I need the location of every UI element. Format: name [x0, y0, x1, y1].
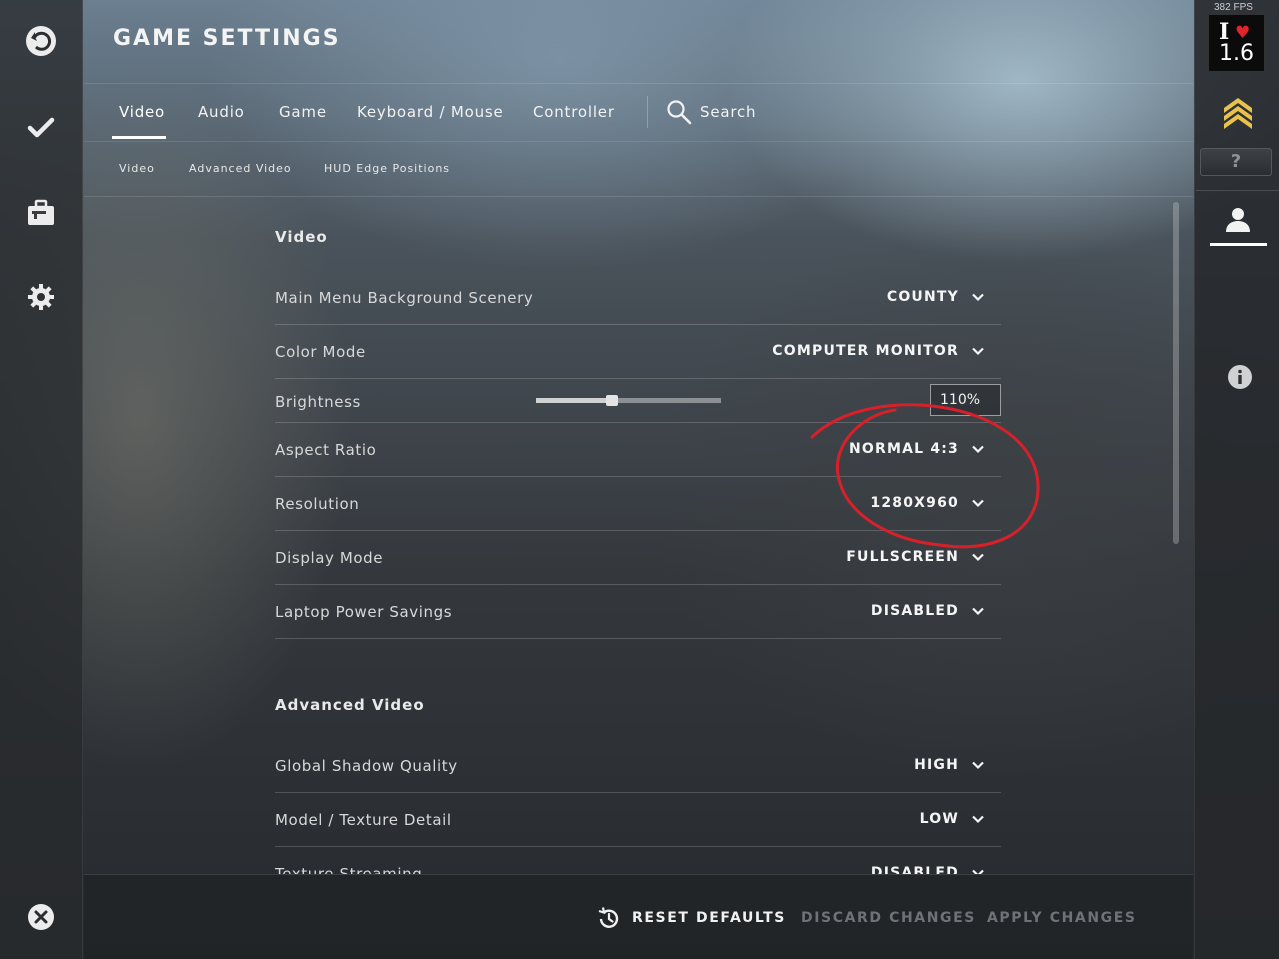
dropdown-value: DISABLED [870, 865, 959, 874]
search-icon [667, 100, 692, 125]
setting-label: Model / Texture Detail [275, 811, 452, 829]
close-icon[interactable] [22, 898, 60, 936]
setting-row-global-shadow-quality: Global Shadow Quality HIGH [275, 739, 1001, 793]
section-title-advanced-video: Advanced Video [275, 696, 425, 714]
search-tab[interactable]: Search [666, 98, 756, 126]
tab-game[interactable]: Game [279, 84, 327, 142]
setting-row-laptop-power-savings: Laptop Power Savings DISABLED [275, 585, 1001, 639]
setting-label: Brightness [275, 393, 361, 411]
sub-tab-bar: Video Advanced Video HUD Edge Positions [84, 141, 1193, 197]
checkmark-icon[interactable] [22, 108, 60, 146]
search-label: Search [700, 103, 757, 121]
active-tab-indicator [112, 136, 166, 139]
dropdown-texture-streaming[interactable]: DISABLED [871, 865, 985, 874]
subtab-advanced-video[interactable]: Advanced Video [189, 162, 292, 175]
setting-label: Aspect Ratio [275, 441, 377, 459]
chevron-down-icon [972, 553, 984, 562]
brightness-slider[interactable] [536, 395, 721, 406]
chevron-down-icon [972, 869, 984, 874]
rail-divider [1196, 190, 1279, 191]
fps-counter: 382 FPS [1214, 2, 1253, 13]
apply-changes-button[interactable]: APPLY CHANGES [987, 910, 1137, 926]
dropdown-aspect-ratio[interactable]: NORMAL 4:3 [849, 441, 985, 457]
tab-audio[interactable]: Audio [198, 84, 245, 142]
right-social-rail [1194, 0, 1279, 959]
chevron-down-icon [972, 293, 984, 302]
page-title: GAME SETTINGS [113, 26, 341, 51]
dropdown-global-shadow-quality[interactable]: HIGH [914, 757, 985, 773]
brightness-value-input[interactable]: 110% [930, 384, 1001, 416]
profile-active-indicator [1210, 243, 1267, 246]
dropdown-value: HIGH [914, 757, 959, 773]
dropdown-color-mode[interactable]: COMPUTER MONITOR [772, 343, 985, 359]
chevron-down-icon [972, 815, 984, 824]
dropdown-value: COUNTY [886, 289, 959, 305]
unranked-badge[interactable]: ? [1200, 148, 1272, 176]
dropdown-value: NORMAL 4:3 [848, 441, 959, 457]
history-reset-icon [598, 907, 619, 928]
dropdown-display-mode[interactable]: FULLSCREEN [846, 549, 985, 565]
top-tab-bar: Video Audio Game Keyboard / Mouse Contro… [84, 83, 1193, 141]
rank-chevrons-icon[interactable] [1220, 94, 1256, 130]
dropdown-background-scenery[interactable]: COUNTY [887, 289, 985, 305]
dropdown-model-texture-detail[interactable]: LOW [920, 811, 985, 827]
setting-label: Resolution [275, 495, 360, 513]
chevron-down-icon [972, 445, 984, 454]
setting-label: Laptop Power Savings [275, 603, 453, 621]
chevron-down-icon [972, 607, 984, 616]
back-icon[interactable] [22, 22, 60, 60]
setting-row-display-mode: Display Mode FULLSCREEN [275, 531, 1001, 585]
chevron-down-icon [972, 347, 984, 356]
dropdown-resolution[interactable]: 1280X960 [870, 495, 985, 511]
briefcase-icon[interactable] [22, 194, 60, 232]
reset-defaults-button[interactable]: RESET DEFAULTS [632, 910, 786, 926]
dropdown-value: COMPUTER MONITOR [772, 343, 959, 359]
setting-label: Display Mode [275, 549, 384, 567]
footer-bar: RESET DEFAULTS DISCARD CHANGES APPLY CHA… [84, 874, 1193, 959]
avatar[interactable]: I ♥ 1.6 [1208, 14, 1265, 72]
subtab-video[interactable]: Video [119, 162, 155, 175]
tab-divider [647, 96, 648, 128]
setting-label: Global Shadow Quality [275, 757, 458, 775]
discard-changes-button[interactable]: DISCARD CHANGES [801, 910, 976, 926]
tab-keyboard-mouse[interactable]: Keyboard / Mouse [357, 84, 504, 142]
info-icon[interactable] [1227, 364, 1253, 390]
dropdown-value: DISABLED [870, 603, 959, 619]
brightness-slider-fill [536, 398, 612, 403]
setting-row-color-mode: Color Mode COMPUTER MONITOR [275, 325, 1001, 379]
chevron-down-icon [972, 761, 984, 770]
settings-list: Video Main Menu Background Scenery COUNT… [84, 198, 1193, 874]
setting-label: Main Menu Background Scenery [275, 289, 534, 307]
setting-label: Color Mode [275, 343, 366, 361]
tab-controller[interactable]: Controller [533, 84, 615, 142]
dropdown-laptop-power-savings[interactable]: DISABLED [871, 603, 985, 619]
dropdown-value: 1280X960 [870, 495, 959, 511]
setting-label: Texture Streaming [275, 865, 423, 874]
setting-row-resolution: Resolution 1280X960 [275, 477, 1001, 531]
tab-video[interactable]: Video [119, 84, 165, 142]
setting-row-model-texture-detail: Model / Texture Detail LOW [275, 793, 1001, 847]
gear-icon[interactable] [22, 278, 60, 316]
dropdown-value: FULLSCREEN [846, 549, 959, 565]
chevron-down-icon [972, 499, 984, 508]
profile-icon[interactable] [1222, 204, 1254, 236]
section-title-video: Video [275, 228, 328, 246]
brightness-slider-handle[interactable] [605, 395, 618, 406]
setting-row-background-scenery: Main Menu Background Scenery COUNTY [275, 271, 1001, 325]
subtab-hud-edge-positions[interactable]: HUD Edge Positions [324, 162, 450, 175]
dropdown-value: LOW [919, 811, 959, 827]
setting-row-aspect-ratio: Aspect Ratio NORMAL 4:3 [275, 423, 1001, 477]
heart-icon: ♥ [1235, 23, 1251, 43]
avatar-text-line2: 1.6 [1219, 41, 1254, 66]
settings-scrollbar[interactable] [1173, 202, 1179, 544]
setting-row-texture-streaming: Texture Streaming DISABLED [275, 847, 1001, 874]
left-navigation-rail [0, 0, 83, 959]
